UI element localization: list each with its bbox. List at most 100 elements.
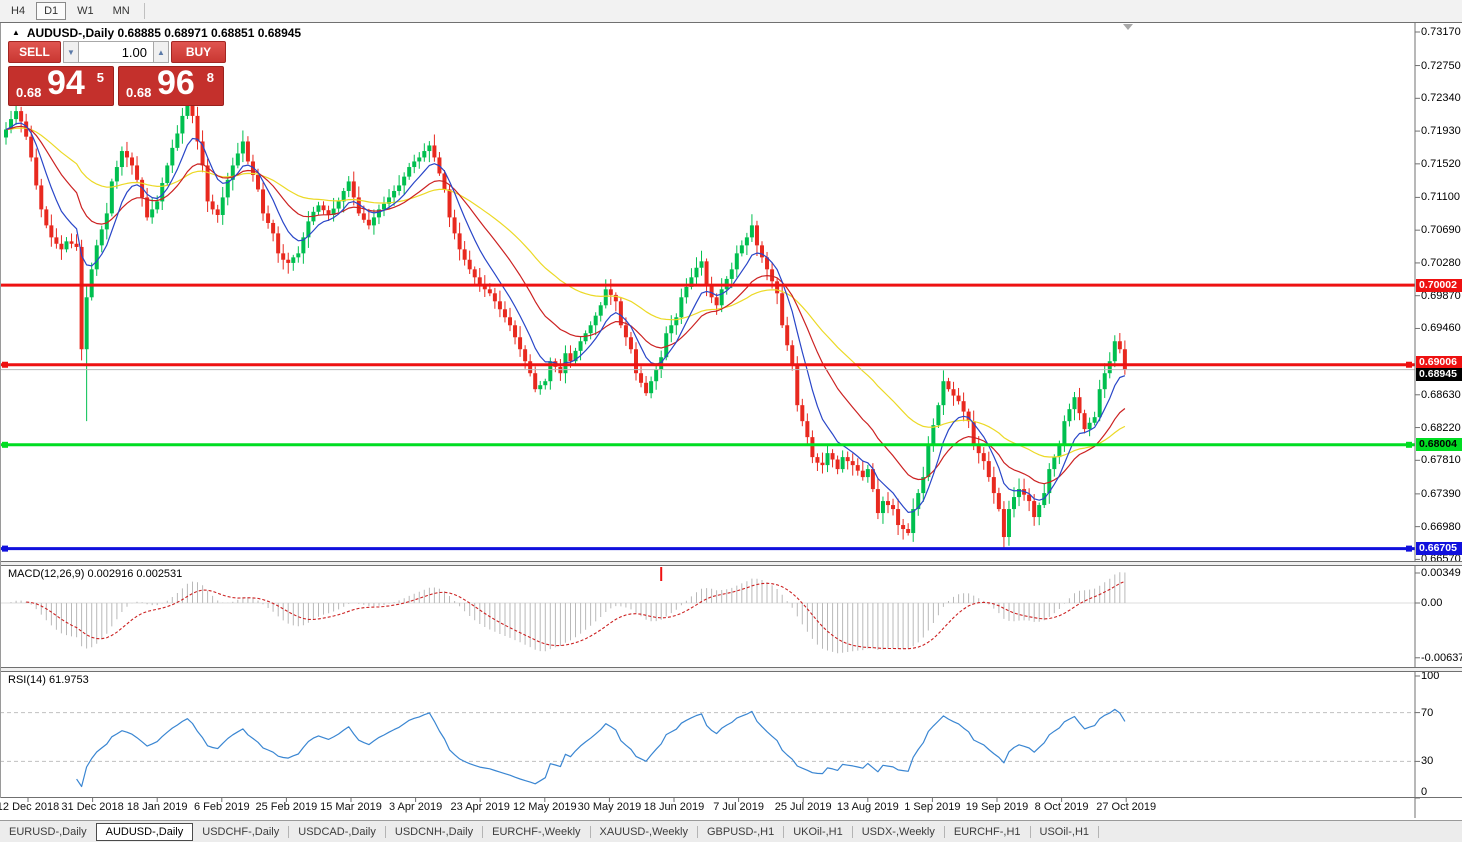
buy-price-box[interactable]: 0.68 96 8 [118, 66, 224, 106]
price-axis-tick: 0.70280 [1421, 257, 1461, 269]
level-handle[interactable] [1406, 546, 1412, 552]
date-axis-label: 12 May 2019 [513, 801, 577, 813]
chart-shift-marker[interactable] [1123, 24, 1133, 30]
macd-pane [0, 567, 1415, 653]
tab-gbpusd-h1[interactable]: GBPUSD-,H1 [698, 823, 783, 841]
price-level-badge-0.68945[interactable]: 0.68945 [1416, 368, 1462, 381]
price-axis-tick: 0.68220 [1421, 422, 1461, 434]
date-axis-label: 7 Jul 2019 [713, 801, 764, 813]
date-axis-label: 1 Sep 2019 [904, 801, 960, 813]
sell-button[interactable]: SELL [8, 41, 61, 63]
level-handle[interactable] [2, 362, 8, 368]
date-axis-label: 30 May 2019 [578, 801, 642, 813]
date-axis-label: 15 Mar 2019 [320, 801, 382, 813]
price-axis-tick: 0.73170 [1421, 26, 1461, 38]
rsi-pane [0, 709, 1415, 786]
tab-ukoil-h1[interactable]: UKOil-,H1 [784, 823, 852, 841]
time-axis-line [0, 797, 1462, 798]
quote-close: 0.68945 [258, 26, 301, 40]
rsi-line [77, 709, 1125, 786]
date-axis-label: 25 Feb 2019 [256, 801, 318, 813]
date-axis-label: 19 Sep 2019 [966, 801, 1028, 813]
tab-divider [1098, 826, 1099, 838]
ma-fast [6, 123, 1125, 512]
timeframe-button-w1[interactable]: W1 [69, 2, 102, 20]
sell-price-pip: 5 [97, 70, 104, 85]
sell-price-box[interactable]: 0.68 94 5 [8, 66, 114, 106]
volume-increase-button[interactable]: ▲ [153, 41, 169, 63]
date-axis-label: 12 Dec 2018 [0, 801, 59, 813]
level-handle[interactable] [2, 442, 8, 448]
price-level-badge-0.66705[interactable]: 0.66705 [1416, 542, 1462, 555]
date-axis-label: 18 Jun 2019 [644, 801, 705, 813]
date-axis-label: 8 Oct 2019 [1035, 801, 1089, 813]
sell-price-big: 94 [47, 64, 85, 103]
buy-price-prefix: 0.68 [126, 85, 151, 100]
date-axis-label: 23 Apr 2019 [451, 801, 510, 813]
price-axis-tick: 0.70690 [1421, 224, 1461, 236]
ma-medium [6, 126, 1125, 483]
buy-price-pip: 8 [207, 70, 214, 85]
date-axis-label: 3 Apr 2019 [389, 801, 442, 813]
chart-left-border [0, 23, 1, 798]
macd-histogram [6, 572, 1125, 653]
buy-button[interactable]: BUY [171, 41, 226, 63]
chart-canvas[interactable] [0, 0, 1462, 842]
tab-usdcad-daily[interactable]: USDCAD-,Daily [289, 823, 385, 841]
price-axis-tick: 0.71520 [1421, 158, 1461, 170]
tab-eurusd-daily[interactable]: EURUSD-,Daily [0, 823, 96, 841]
pane-divider-price-macd[interactable] [0, 561, 1462, 566]
chart-tab-bar: EURUSD-,DailyAUDUSD-,DailyUSDCHF-,DailyU… [0, 820, 1462, 842]
volume-input[interactable] [79, 41, 153, 63]
macd-axis-tick: 0.00 [1421, 597, 1442, 609]
symbol-period-label: AUDUSD-,Daily [27, 26, 114, 40]
chart-title: ▲ AUDUSD-,Daily 0.68885 0.68971 0.68851 … [12, 26, 301, 40]
candles [4, 92, 1127, 548]
pane-divider-macd-rsi[interactable] [0, 667, 1462, 672]
price-level-badge-0.68004[interactable]: 0.68004 [1416, 438, 1462, 451]
terminal-window: H4 D1 W1 MN ▲ AUDUSD-,Daily 0.68885 0.68… [0, 0, 1462, 842]
quote-open: 0.68885 [118, 26, 161, 40]
price-axis-tick: 0.67810 [1421, 454, 1461, 466]
level-handle[interactable] [1406, 442, 1412, 448]
price-axis-tick: 0.66980 [1421, 521, 1461, 533]
quote-low: 0.68851 [211, 26, 254, 40]
date-axis-label: 6 Feb 2019 [194, 801, 250, 813]
price-axis-tick: 0.71100 [1421, 191, 1460, 203]
tab-usdcnh-daily[interactable]: USDCNH-,Daily [386, 823, 482, 841]
tab-xauusd-weekly[interactable]: XAUUSD-,Weekly [591, 823, 697, 841]
price-axis-tick: 0.71930 [1421, 125, 1461, 137]
tab-eurchf-h1[interactable]: EURCHF-,H1 [945, 823, 1030, 841]
macd-axis-tick: 0.00349 [1421, 567, 1461, 579]
objects-arrow-icon: ▲ [12, 28, 20, 37]
tab-eurchf-weekly[interactable]: EURCHF-,Weekly [483, 823, 589, 841]
tab-usdx-weekly[interactable]: USDX-,Weekly [853, 823, 944, 841]
volume-decrease-button[interactable]: ▼ [63, 41, 79, 63]
toolbar-separator [144, 3, 145, 19]
timeframe-button-h4[interactable]: H4 [3, 2, 33, 20]
date-axis-label: 13 Aug 2019 [837, 801, 899, 813]
timeframe-button-d1[interactable]: D1 [36, 2, 66, 20]
rsi-axis-tick: 30 [1421, 755, 1433, 767]
level-lines [0, 285, 1415, 551]
quote-high: 0.68971 [164, 26, 207, 40]
level-handle[interactable] [2, 546, 8, 552]
buy-price-big: 96 [157, 64, 195, 103]
tab-usdchf-daily[interactable]: USDCHF-,Daily [193, 823, 288, 841]
timeframe-button-mn[interactable]: MN [105, 2, 138, 20]
rsi-label: RSI(14) 61.9753 [8, 674, 89, 686]
date-axis-label: 27 Oct 2019 [1096, 801, 1156, 813]
price-axis-tick: 0.72340 [1421, 92, 1461, 104]
price-axis-tick: 0.69460 [1421, 322, 1461, 334]
price-level-badge-0.70002[interactable]: 0.70002 [1416, 279, 1462, 292]
date-axis-label: 31 Dec 2018 [61, 801, 123, 813]
sell-price-prefix: 0.68 [16, 85, 41, 100]
level-handle[interactable] [1406, 362, 1412, 368]
one-click-trade-panel: SELL ▼ ▲ BUY 0.68 94 5 0.68 96 8 [8, 41, 227, 106]
price-axis-tick: 0.72750 [1421, 60, 1461, 72]
axis-ticks [28, 23, 1420, 818]
rsi-axis-tick: 70 [1421, 707, 1433, 719]
macd-label: MACD(12,26,9) 0.002916 0.002531 [8, 568, 182, 580]
tab-audusd-daily[interactable]: AUDUSD-,Daily [96, 823, 194, 841]
tab-usoil-h1[interactable]: USOil-,H1 [1031, 823, 1099, 841]
